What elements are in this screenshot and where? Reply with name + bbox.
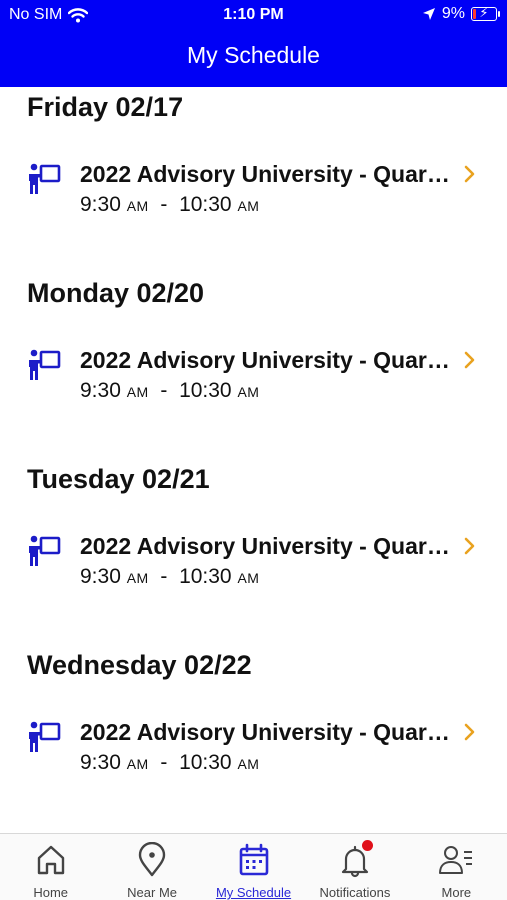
tab-label: Home [33,885,69,900]
tab-label: More [441,885,472,900]
presenter-icon [29,721,61,752]
start-time: 9:30 [80,193,121,216]
day-heading: Tuesday 02/21 [27,464,210,494]
start-time: 9:30 [80,565,121,588]
day-heading: Monday 02/20 [27,278,205,308]
day-section: Friday 02/17 2022 Advisory University - … [0,87,507,273]
time-separator: - [160,751,168,774]
calendar-icon [239,843,268,876]
end-time: 10:30 [179,193,232,216]
start-period: AM [126,198,149,214]
start-period: AM [126,384,149,400]
tab-my-schedule[interactable]: My Schedule [203,834,304,900]
session-row[interactable]: 2022 Advisory University - Quarterly Ses… [0,713,507,775]
session-title: 2022 Advisory University - Quarterly Ses… [80,719,450,745]
session-title: 2022 Advisory University - Quarterly Ses… [80,161,450,187]
start-period: AM [126,756,149,772]
session-title: 2022 Advisory University - Quarterly Ses… [80,533,450,559]
tab-home[interactable]: Home [0,834,101,900]
tab-bar: Home Near Me My Schedule Notifications M… [0,833,507,900]
time-separator: - [160,565,168,588]
chevron-right-icon[interactable] [463,537,475,555]
session-time: 9:30 AM - 10:30 AM [80,379,259,404]
battery-percent: 9% [441,5,465,22]
end-time: 10:30 [179,379,232,402]
day-heading: Wednesday 02/22 [27,650,252,680]
session-title: 2022 Advisory University - Quarterly Ses… [80,347,450,373]
location-arrow-icon [422,8,435,20]
end-time: 10:30 [179,565,232,588]
session-time: 9:30 AM - 10:30 AM [80,751,259,776]
tab-more[interactable]: More [406,834,507,900]
presenter-icon [29,535,61,566]
chevron-right-icon[interactable] [463,351,475,369]
battery-icon: ⚡ [471,5,500,21]
session-time: 9:30 AM - 10:30 AM [80,193,259,218]
session-time: 9:30 AM - 10:30 AM [80,565,259,590]
end-period: AM [237,384,260,400]
session-row[interactable]: 2022 Advisory University - Quarterly Ses… [0,527,507,589]
tab-label: Near Me [127,885,178,900]
day-section: Wednesday 02/22 2022 Advisory University… [0,645,507,831]
start-time: 9:30 [80,751,121,774]
tab-label: My Schedule [215,885,292,900]
chevron-right-icon[interactable] [463,165,475,183]
tab-label: Notifications [319,885,391,900]
end-period: AM [237,756,260,772]
page-title: My Schedule [187,42,320,68]
session-row[interactable]: 2022 Advisory University - Quarterly Ses… [0,341,507,403]
time-separator: - [160,193,168,216]
day-heading: Friday 02/17 [27,92,184,122]
end-period: AM [237,198,260,214]
chevron-right-icon[interactable] [463,723,475,741]
home-icon [37,845,64,875]
user-menu-icon [439,846,473,874]
day-section: Tuesday 02/21 2022 Advisory University -… [0,459,507,645]
session-row[interactable]: 2022 Advisory University - Quarterly Ses… [0,155,507,217]
presenter-icon [29,163,61,194]
status-right: 9% ⚡ [422,5,500,23]
tab-near-me[interactable]: Near Me [101,834,202,900]
end-period: AM [237,570,260,586]
map-pin-icon [138,842,166,877]
time-separator: - [160,379,168,402]
end-time: 10:30 [179,751,232,774]
app-header: No SIM 1:10 PM 9% ⚡ My Schedule [0,0,507,87]
tab-notifications[interactable]: Notifications [304,834,405,900]
schedule-list[interactable]: Friday 02/17 2022 Advisory University - … [0,87,507,833]
start-period: AM [126,570,149,586]
status-bar: No SIM 1:10 PM 9% ⚡ [0,0,507,30]
day-section: Monday 02/20 2022 Advisory University - … [0,273,507,459]
presenter-icon [29,349,61,380]
start-time: 9:30 [80,379,121,402]
